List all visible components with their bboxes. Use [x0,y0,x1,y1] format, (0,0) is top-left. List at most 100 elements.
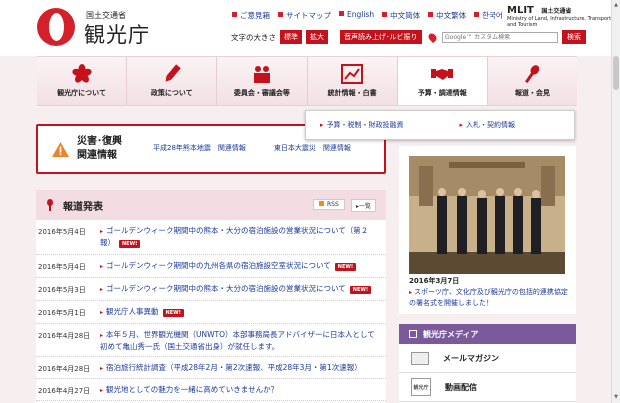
press-link[interactable]: ▸ 観光庁人事異動 NEW! [100,305,386,319]
top-link-sitemap[interactable]: サイトマップ [278,10,331,21]
bullet-icon: ▸ [100,309,104,316]
media-video[interactable]: 観光庁 動画配信 [399,373,576,402]
warning-icon [52,141,69,157]
press-item: 2016年5月4日 ▸ ゴールデンウィーク期間中の熊本・大分の宿泊施設の営業状況につ… [36,220,386,255]
square-icon [382,12,388,17]
search-button[interactable]: 検索 [562,30,586,44]
nav-label: 報道・会見 [514,89,550,97]
press-date: 2016年5月3日 [38,286,86,294]
press-link[interactable]: ▸ ゴールデンウィーク期間中の熊本・大分の宿泊施設の営業状況について NEW! [100,282,386,296]
list-button[interactable]: ▸一覧 [351,199,377,212]
global-nav: 観光庁について 政策について 委員会・審議会等 統計情報・白書 予算・調達情報 … [37,56,577,106]
top-link-korean[interactable]: 한국어 [474,10,503,21]
kumamoto-link[interactable]: 平成28年熊本地震 関連情報 [153,143,246,153]
mlit-logo[interactable]: MLIT 国土交通省 Ministry of Land, Infrastruct… [507,5,620,28]
top-link-chinese-simplified[interactable]: 中文简体 [382,10,420,21]
scroll-up-icon[interactable]: ▲ [613,2,619,8]
new-badge: NEW! [349,286,372,294]
nav-statistics[interactable]: 統計情報・白書 [308,57,398,105]
press-link-text[interactable]: ゴールデンウィーク期間中の熊本・大分の宿泊施設の営業状況について [106,284,346,293]
bullet-icon: ▸ [100,286,104,293]
press-date: 2016年4月27日 [38,387,91,395]
bullet-icon: ▸ [409,289,413,296]
header: 国土交通省 観光庁 ご意見箱 サイトマップ English 中文简体 中文繁体 … [0,0,620,56]
disaster-links: 平成28年熊本地震 関連情報 東日本大震災 関連情報 [153,143,351,153]
square-icon [428,12,434,17]
square-icon [232,12,237,17]
press-link[interactable]: ▸ 本年５月、世界観光機関（UNWTO）本部事務局長アドバイザーに日本人として初め… [100,328,386,352]
top-link-chinese-traditional[interactable]: 中文繁体 [428,10,466,21]
search-input[interactable] [442,31,558,43]
press-date: 2016年4月28日 [38,365,91,373]
arrow-icon: ▸ [459,121,464,129]
press-link-text[interactable]: 観光地としての魅力を一緒に高めていきませんか？ [106,385,278,394]
press-item: 2016年4月27日 ▸ 観光地としての魅力を一緒に高めていきませんか？ [36,379,386,401]
press-link[interactable]: ▸ 観光地としての魅力を一緒に高めていきませんか？ [100,383,386,396]
pin-icon [426,31,439,43]
text-size-controls: 文字の大きさ 標準 拡大 音声読み上げ･ルビ振り [231,30,422,44]
new-badge: NEW! [119,240,141,248]
press-link[interactable]: ▸ ゴールデンウィーク期間中の熊本・大分の宿泊施設の営業状況について（第２報） NE… [100,224,386,250]
nav-label: 政策について [150,89,193,97]
video-logo-icon: 観光庁 [411,378,431,396]
bullet-icon: ▸ [100,365,104,372]
nav-label: 予算・調達情報 [417,89,467,97]
nav-label: 委員会・審議会等 [233,89,290,97]
press-date: 2016年5月4日 [38,228,86,236]
press-item: 2016年4月28日 ▸ 本年５月、世界観光機関（UNWTO）本部事務局長アドバイザ… [36,324,386,357]
photo-illustration [409,156,565,274]
bullet-icon: ▸ [100,332,104,339]
event-photo[interactable] [409,156,565,274]
box-icon [409,330,417,338]
dropdown-item-budget[interactable]: ▸ 予算・税制・財政投融資 [320,120,404,130]
press-date: 2016年5月1日 [38,309,86,317]
disaster-title: 災害･復興 関連情報 [77,136,122,161]
nav-committee[interactable]: 委員会・審議会等 [217,57,308,105]
text-size-normal-button[interactable]: 標準 [280,30,302,44]
scroll-thumb[interactable] [613,56,619,90]
press-link-text[interactable]: 宿泊旅行統計調査（平成28年2月・第2次速報、平成28年3月・第1次速報） [106,363,362,372]
nav-policy[interactable]: 政策について [127,57,218,105]
speech-button[interactable]: 音声読み上げ･ルビ振り [340,30,422,44]
media-newsletter[interactable]: メールマガジン [399,344,576,373]
pencil-icon [165,64,181,82]
photo-date: 2016年3月7日 [409,277,460,285]
jta-logo-icon[interactable] [37,8,75,46]
square-icon [474,12,480,17]
scroll-down-icon[interactable]: ▼ [613,394,619,400]
bullet-icon: ▸ [100,387,104,394]
text-size-large-button[interactable]: 拡大 [306,30,328,44]
nav-budget[interactable]: 予算・調達情報 [397,57,488,105]
media-section: 観光庁メディア メールマガジン 観光庁 動画配信 [399,324,576,403]
new-badge: NEW! [334,263,357,271]
press-link-text[interactable]: ゴールデンウィーク期間中の九州各県の宿泊施設空室状況について [106,261,331,270]
press-link-text[interactable]: 本年５月、世界観光機関（UNWTO）本部事務局長アドバイザーに日本人として初めて… [100,330,375,351]
press-item: 2016年4月28日 ▸ 宿泊旅行統計調査（平成28年2月・第2次速報、平成28年3… [36,357,386,379]
people-icon [253,66,270,83]
nav-press[interactable]: 報道・会見 [488,57,577,105]
press-link-text[interactable]: ゴールデンウィーク期間中の熊本・大分の宿泊施設の営業状況について（第２報） [100,226,368,247]
press-header: 報道発表 RSS ▸一覧 [36,190,386,220]
nav-label: 統計情報・白書 [327,89,377,97]
rss-icon [319,201,324,206]
press-link[interactable]: ▸ ゴールデンウィーク期間中の九州各県の宿泊施設空室状況について NEW! [100,259,386,273]
press-link-text[interactable]: 観光庁人事異動 [106,307,159,316]
top-links: ご意見箱 サイトマップ English 中文简体 中文繁体 한국어 [232,10,503,21]
photo-caption-link[interactable]: ▸ スポーツ庁、文化庁及び観光庁の包括的連携協定の署名式を開催しました！ [409,287,571,308]
top-link-english[interactable]: English [339,10,374,21]
dropdown-item-tender[interactable]: ▸ 入札・契約情報 [460,120,516,130]
top-link-opinion[interactable]: ご意見箱 [232,10,270,21]
nav-about[interactable]: 観光庁について [37,57,128,105]
higashinihon-link[interactable]: 東日本大震災 関連情報 [274,143,351,153]
budget-dropdown: ▸ 予算・税制・財政投融資 ▸ 入札・契約情報 [305,110,575,140]
bullet-icon: ▸ [100,228,104,235]
handshake-icon [431,69,454,80]
rss-button[interactable]: RSS [313,199,345,210]
press-item: 2016年5月1日 ▸ 観光庁人事異動 NEW! [36,301,386,324]
scrollbar[interactable]: ▲ ▼ [611,0,620,403]
chart-icon [341,64,364,84]
press-section: 報道発表 RSS ▸一覧 2016年5月4日 ▸ ゴールデンウィーク期間中の熊本・大… [36,190,386,403]
press-title: 報道発表 [63,201,103,213]
logo-title[interactable]: 観光庁 [84,19,150,49]
press-link[interactable]: ▸ 宿泊旅行統計調査（平成28年2月・第2次速報、平成28年3月・第1次速報） [100,361,386,374]
